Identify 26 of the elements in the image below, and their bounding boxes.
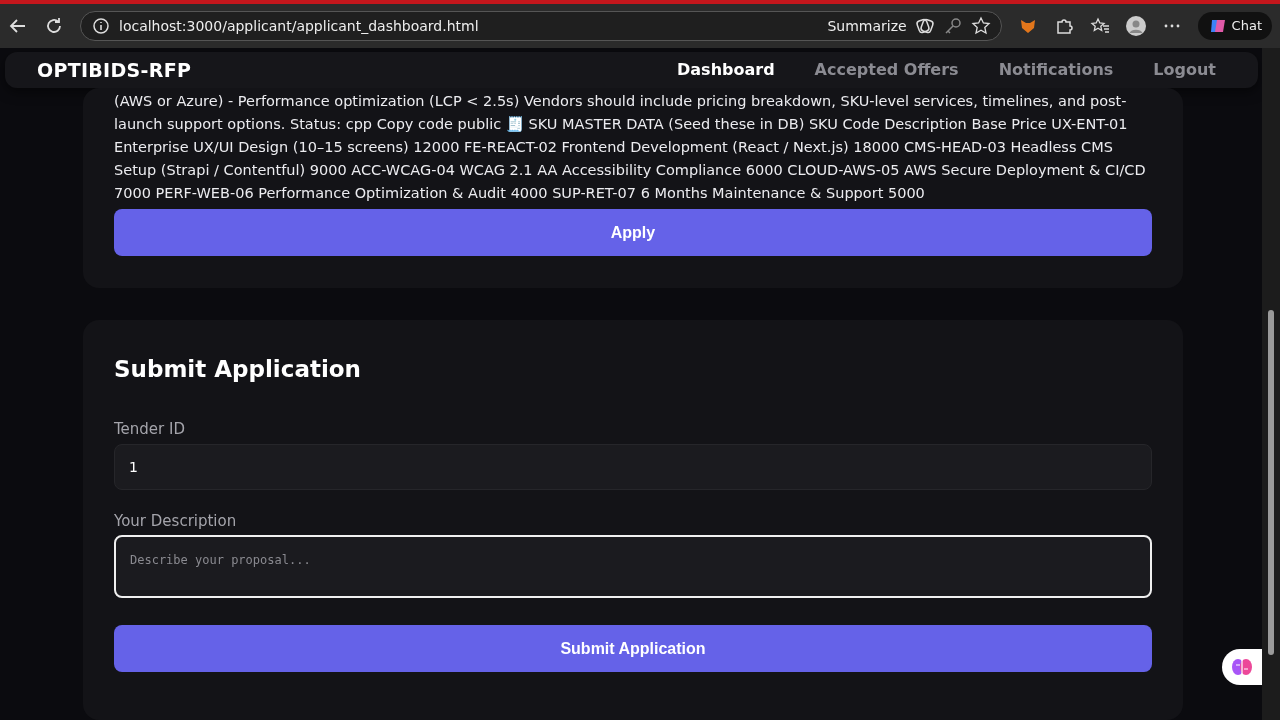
brain-icon	[1231, 657, 1253, 677]
tender-description: (AWS or Azure) - Performance optimization (LCP < 2.5s) Vendors should include pricing breakdown, SKU-level services, timelines, and post-launch support options. Status: cpp Copy code public 🧾 SKU MASTER DATA (Seed these in DB) SKU Code Description Base Price UX-ENT-01 Enterprise UX/UI Design (10–15 screens) 12000 FE-REACT-02 Frontend Development (React / Next.js) 18000 CMS-HEAD-03 Headless CMS Setup (Strapi / Contentful) 9000 ACC-WCAG-04 WCAG 2.1 AA Accessibility Compliance 6000 CLOUD-AWS-05 AWS Secure Deployment & CI/CD 7000 PERF-WEB-06 Performance Optimization & Audit 4000 SUP-RET-07 6 Months Maintenance & Support 5000	[114, 92, 1147, 204]
favorites-icon[interactable]	[1089, 16, 1110, 36]
address-bar[interactable]: localhost:3000/applicant/applicant_dashboard.html Summarize	[80, 11, 1002, 41]
info-icon[interactable]	[91, 16, 111, 36]
submit-button[interactable]: Submit Application	[114, 625, 1152, 672]
scrollbar[interactable]	[1262, 48, 1280, 720]
nav-link[interactable]: Accepted Offers	[814, 58, 959, 83]
field-label: Tender ID	[114, 419, 186, 440]
nav-link[interactable]: Dashboard	[677, 58, 775, 83]
star-icon[interactable]	[970, 16, 991, 36]
chat-button[interactable]: Chat	[1197, 12, 1272, 40]
summarize-icon[interactable]	[914, 16, 935, 36]
avatar-icon[interactable]	[1125, 16, 1146, 36]
field-label: Your Description	[114, 510, 238, 532]
reload-icon[interactable]	[44, 16, 64, 36]
nav-link[interactable]: Notifications	[998, 58, 1114, 83]
url-text: localhost:3000/applicant/applicant_dashboard.html	[119, 16, 480, 36]
apply-button[interactable]: Apply	[114, 209, 1152, 257]
summarize-link[interactable]: Summarize	[827, 15, 907, 37]
brand-logo[interactable]: OPTIBIDS-RFP	[37, 55, 638, 85]
form-title: Submit Application	[114, 356, 362, 384]
tender-id-field[interactable]: 1	[114, 443, 1152, 490]
nav-link[interactable]: Logout	[1153, 58, 1216, 83]
description-field[interactable]: Describe your proposal...	[114, 535, 1152, 598]
assistant-button[interactable]	[1222, 649, 1262, 685]
